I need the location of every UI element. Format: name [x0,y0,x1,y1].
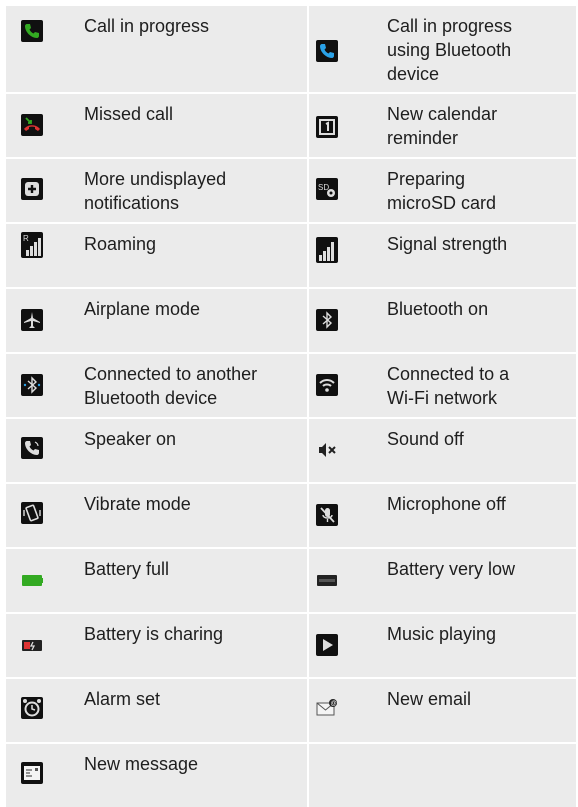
battery-full-icon [21,569,43,591]
svg-text:@: @ [331,701,337,707]
description-cell: Airplane mode [70,289,309,352]
signal-icon [316,237,338,263]
icon-cell [6,549,70,612]
icon-cell [6,484,70,547]
icon-cell [6,744,70,807]
play-icon [316,634,338,656]
icon-cell [309,94,373,157]
row-label: Speaker on [84,429,177,449]
row-label: Roaming [84,234,157,254]
mic-off-icon [316,504,338,526]
icon-cell [6,159,70,222]
description-cell: More undisplayed notifications [70,159,309,222]
icon-cell [6,419,70,482]
icon-cell [6,614,70,677]
row-label: Airplane mode [84,299,201,319]
bluetooth-call-icon [316,40,338,62]
icon-cell [6,354,70,417]
icon-cell [6,289,70,352]
bluetooth-icon [316,309,338,331]
description-cell [373,744,576,807]
description-cell: Music playing [373,614,576,677]
description-cell: Vibrate mode [70,484,309,547]
icon-cell [6,679,70,742]
description-cell: Signal strength [373,224,576,287]
vibrate-icon [21,502,43,524]
description-cell: Alarm set [70,679,309,742]
speaker-icon [21,437,43,459]
sd-card-icon: SD [316,178,338,200]
description-cell: New calendar reminder [373,94,576,157]
icon-cell [309,614,373,677]
icon-cell [309,419,373,482]
airplane-icon [21,309,43,331]
description-cell: Microphone off [373,484,576,547]
icon-cell: SD [309,159,373,222]
description-cell: Roaming [70,224,309,287]
battery-charging-icon [21,634,43,656]
icon-cell: @ [309,679,373,742]
row-label: Alarm set [84,689,161,709]
row-label: Battery very low [387,559,516,579]
icon-cell [309,744,373,807]
more-notifications-icon [21,178,43,200]
row-label: New message [84,754,199,774]
row-label: Signal strength [387,234,508,254]
icon-cell [309,224,373,287]
row-label: Battery is charing [84,624,224,644]
row-label [373,744,576,752]
row-label: Vibrate mode [84,494,191,514]
row-label: Battery full [84,559,170,579]
svg-text:SD: SD [318,183,329,192]
description-cell: Bluetooth on [373,289,576,352]
bluetooth-connected-icon [21,374,43,396]
icon-cell [6,94,70,157]
row-label: New calendar reminder [387,104,498,148]
row-label: Preparing microSD card [387,169,497,213]
row-label: Call in progress using Bluetooth device [387,16,513,84]
icon-cell [6,6,70,92]
description-cell: Battery very low [373,549,576,612]
row-label: More undisplayed notifications [84,169,227,213]
row-label: Connected to another Bluetooth device [84,364,258,408]
description-cell: New message [70,744,309,807]
icon-cell: R [6,224,70,287]
description-cell: Call in progress [70,6,309,92]
icon-cell [309,484,373,547]
row-label: Microphone off [387,494,506,514]
email-icon: @ [316,697,338,719]
description-cell: Missed call [70,94,309,157]
description-cell: Connected to a Wi-Fi network [373,354,576,417]
description-cell: Preparing microSD card [373,159,576,222]
sound-off-icon [316,439,338,461]
row-label: New email [387,689,472,709]
description-cell: Connected to another Bluetooth device [70,354,309,417]
row-label: Music playing [387,624,497,644]
alarm-icon [21,697,43,719]
status-icon-table: Call in progress Call in progress using … [6,6,576,807]
svg-text:R: R [23,234,29,243]
roaming-icon: R [21,232,43,258]
description-cell: New email [373,679,576,742]
wifi-icon [316,374,338,396]
row-label: Call in progress [84,16,210,36]
battery-low-icon [316,569,338,591]
description-cell: Battery full [70,549,309,612]
description-cell: Sound off [373,419,576,482]
missed-call-icon [21,114,43,136]
calendar-icon [316,116,338,138]
description-cell: Call in progress using Bluetooth device [373,6,576,92]
description-cell: Speaker on [70,419,309,482]
icon-cell [309,354,373,417]
row-label: Sound off [387,429,464,449]
icon-cell [309,6,373,92]
call-icon [21,20,43,42]
row-label: Bluetooth on [387,299,489,319]
icon-cell [309,549,373,612]
description-cell: Battery is charing [70,614,309,677]
row-label: Connected to a Wi-Fi network [387,364,510,408]
message-icon [21,762,43,784]
row-label: Missed call [84,104,174,124]
icon-cell [309,289,373,352]
